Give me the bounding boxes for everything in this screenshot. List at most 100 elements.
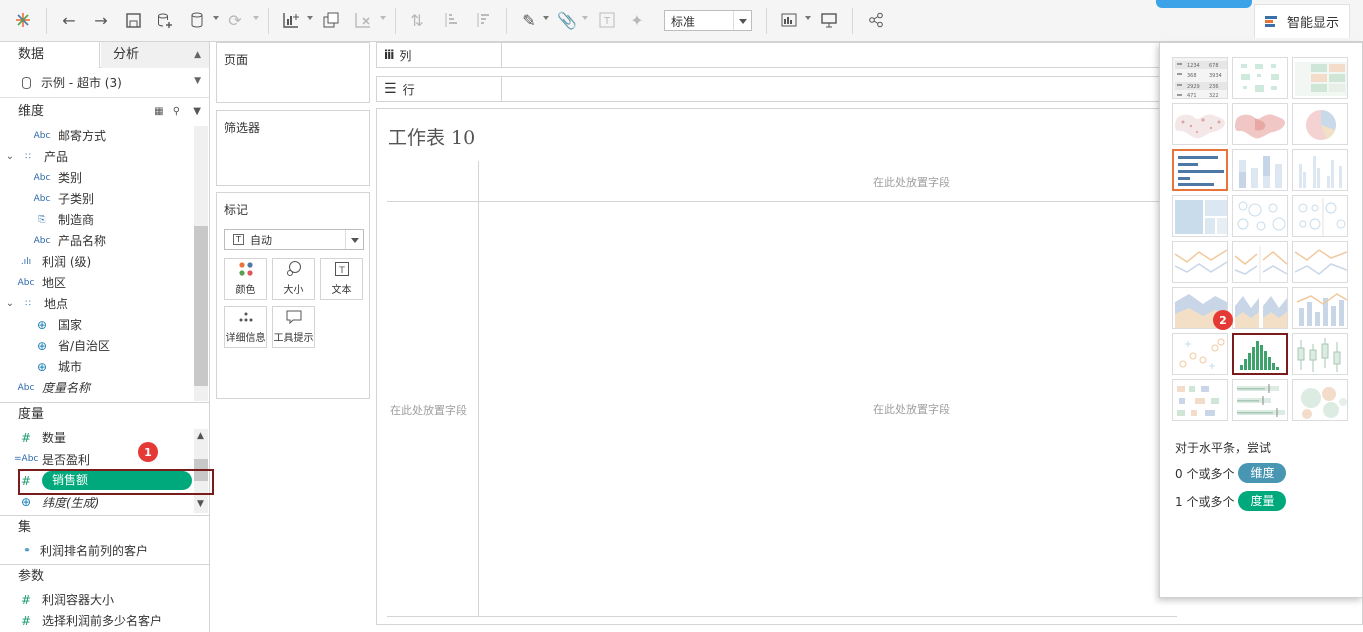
chart-type-treemap[interactable] xyxy=(1172,195,1228,237)
expand-chevron-icon[interactable]: ⌄ xyxy=(4,298,16,309)
menu-caret-icon[interactable]: ▼ xyxy=(193,106,201,117)
filters-card[interactable]: 筛选器 xyxy=(216,110,370,186)
show-cards-icon[interactable] xyxy=(778,9,800,31)
size-icon xyxy=(285,259,303,279)
chart-type-area-discrete[interactable] xyxy=(1232,287,1288,329)
parameter-field[interactable]: # 利润容器大小 xyxy=(0,589,192,610)
pause-update-icon[interactable] xyxy=(186,9,208,31)
color-button[interactable]: 颜色 xyxy=(224,258,267,300)
size-button[interactable]: 大小 xyxy=(272,258,315,300)
expand-chevron-icon[interactable]: ⌄ xyxy=(4,151,16,162)
chart-type-circle-views[interactable] xyxy=(1232,195,1288,237)
new-worksheet-icon[interactable] xyxy=(280,9,302,31)
dimension-field[interactable]: ⊕ 省/自治区 xyxy=(0,335,192,356)
dimension-field[interactable]: ⌄ ∷ 地点 xyxy=(0,293,192,314)
chart-type-filled-map[interactable] xyxy=(1232,103,1288,145)
tooltip-button[interactable]: 工具提示 xyxy=(272,306,315,348)
chart-type-dual-lines[interactable] xyxy=(1292,241,1348,283)
dimension-field[interactable]: ⊕ 城市 xyxy=(0,356,192,377)
chart-type-stacked-bars[interactable] xyxy=(1232,149,1288,191)
highlight-icon[interactable]: ✎ xyxy=(518,9,540,31)
set-item[interactable]: ⚭ 利润排名前列的客户 xyxy=(0,540,192,561)
chart-type-side-by-side-bars[interactable] xyxy=(1292,149,1348,191)
dimension-field[interactable]: Abc 邮寄方式 xyxy=(0,125,192,146)
clear-sheet-icon[interactable] xyxy=(352,9,374,31)
show-mark-labels-icon[interactable]: T xyxy=(596,9,618,31)
step-badge-1: 1 xyxy=(138,442,158,462)
dimension-field[interactable]: ⎘ 制造商 xyxy=(0,209,192,230)
chevron-down-icon xyxy=(733,11,751,30)
sort-ascending-icon[interactable] xyxy=(440,9,462,31)
chart-type-dual-combination[interactable] xyxy=(1292,287,1348,329)
showme-icon xyxy=(1265,15,1279,29)
dimension-field[interactable]: ⊕ 国家 xyxy=(0,314,192,335)
presentation-mode-icon[interactable] xyxy=(818,9,840,31)
dimension-field[interactable]: .ılı 利润 (级) xyxy=(0,251,192,272)
dimension-field[interactable]: Abc 地区 xyxy=(0,272,192,293)
group-members-icon[interactable]: 📎 xyxy=(556,9,578,31)
redo-icon[interactable]: → xyxy=(90,9,112,31)
dimension-field[interactable]: Abc 子类别 xyxy=(0,188,192,209)
scroll-up-icon[interactable]: ▲ xyxy=(197,431,204,441)
parameter-field[interactable]: # 选择利润前多少名客户 xyxy=(0,610,192,631)
dimension-chip: 维度 xyxy=(1238,463,1287,483)
chart-type-gantt[interactable] xyxy=(1172,379,1228,421)
chart-type-bullet-graph[interactable] xyxy=(1232,379,1288,421)
chart-type-lines-continuous[interactable] xyxy=(1172,241,1228,283)
dimension-field-label: 类别 xyxy=(58,171,83,185)
tableau-logo-icon[interactable] xyxy=(12,9,34,31)
new-datasource-icon[interactable] xyxy=(154,9,176,31)
view-list-icon[interactable]: ▦ xyxy=(154,106,163,117)
dimension-field[interactable]: Abc 度量名称 xyxy=(0,377,192,398)
showme-tab[interactable]: 智能显示 xyxy=(1254,4,1350,38)
dimension-field[interactable]: ⌄ ∷ 产品 xyxy=(0,146,192,167)
chart-type-lines-discrete[interactable] xyxy=(1232,241,1288,283)
fix-axes-icon[interactable]: ✦ xyxy=(626,9,648,31)
dimension-field[interactable]: Abc 产品名称 xyxy=(0,230,192,251)
chart-type-histogram[interactable] xyxy=(1232,333,1288,375)
measure-field-label: 数量 xyxy=(42,431,67,445)
measure-field[interactable]: # 数量 xyxy=(0,427,192,448)
dimension-field[interactable]: Abc 类别 xyxy=(0,167,192,188)
chart-type-heat-map[interactable] xyxy=(1232,57,1288,99)
chart-type-box-and-whisker[interactable] xyxy=(1292,333,1348,375)
datasource-item[interactable]: 示例 - 超市 (3) xyxy=(0,68,209,98)
fit-select[interactable]: 标准 xyxy=(664,10,752,31)
tab-analysis[interactable]: 分析 ▲ ▼ xyxy=(101,42,209,86)
search-icon[interactable]: ⚲ xyxy=(173,106,180,117)
drop-zone-view[interactable]: 在此处放置字段 xyxy=(873,401,950,417)
share-icon[interactable] xyxy=(865,9,887,31)
detail-button[interactable]: 详细信息 xyxy=(224,306,267,348)
chart-type-packed-bubbles[interactable] xyxy=(1292,379,1348,421)
sort-descending-icon[interactable] xyxy=(472,9,494,31)
measure-field[interactable]: =Abc 是否盈利 xyxy=(0,449,192,470)
sheet-title[interactable]: 工作表 10 xyxy=(388,123,475,150)
drop-zone-columns[interactable]: 在此处放置字段 xyxy=(873,174,950,190)
tab-data[interactable]: 数据 xyxy=(0,42,100,68)
mark-type-select[interactable]: T 自动 xyxy=(224,229,364,250)
tooltip-icon xyxy=(286,307,302,327)
chart-type-text-table[interactable]: 1234 678 368 3934 2929 236 471 322 xyxy=(1172,57,1228,99)
text-button[interactable]: T 文本 xyxy=(320,258,363,300)
duplicate-sheet-icon[interactable] xyxy=(320,9,342,31)
chart-type-pie[interactable] xyxy=(1292,103,1348,145)
pages-card[interactable]: 页面 xyxy=(216,42,370,103)
chart-type-highlight-table[interactable] xyxy=(1292,57,1348,99)
refresh-icon[interactable]: ⟳ xyxy=(224,9,246,31)
chart-type-horizontal-bars[interactable] xyxy=(1172,149,1228,191)
globe-icon: ⊕ xyxy=(36,317,48,332)
abc-icon: Abc xyxy=(33,172,51,183)
chart-type-scatter[interactable] xyxy=(1172,333,1228,375)
dimensions-scrollbar[interactable] xyxy=(194,126,208,401)
scroll-down-icon[interactable]: ▼ xyxy=(197,499,204,509)
step-badge-2: 2 xyxy=(1213,310,1233,330)
swap-rows-columns-icon[interactable]: ⇅ xyxy=(406,9,428,31)
undo-icon[interactable]: ← xyxy=(58,9,80,31)
dimensions-scroll-thumb[interactable] xyxy=(194,226,208,386)
save-icon[interactable] xyxy=(122,9,144,31)
drop-zone-rows[interactable]: 在此处放置字段 xyxy=(390,402,467,418)
text-table-value: 322 xyxy=(1209,93,1219,99)
chart-type-symbol-map[interactable] xyxy=(1172,103,1228,145)
chart-type-side-by-side-circles[interactable] xyxy=(1292,195,1348,237)
dimension-field-label: 子类别 xyxy=(58,192,95,206)
